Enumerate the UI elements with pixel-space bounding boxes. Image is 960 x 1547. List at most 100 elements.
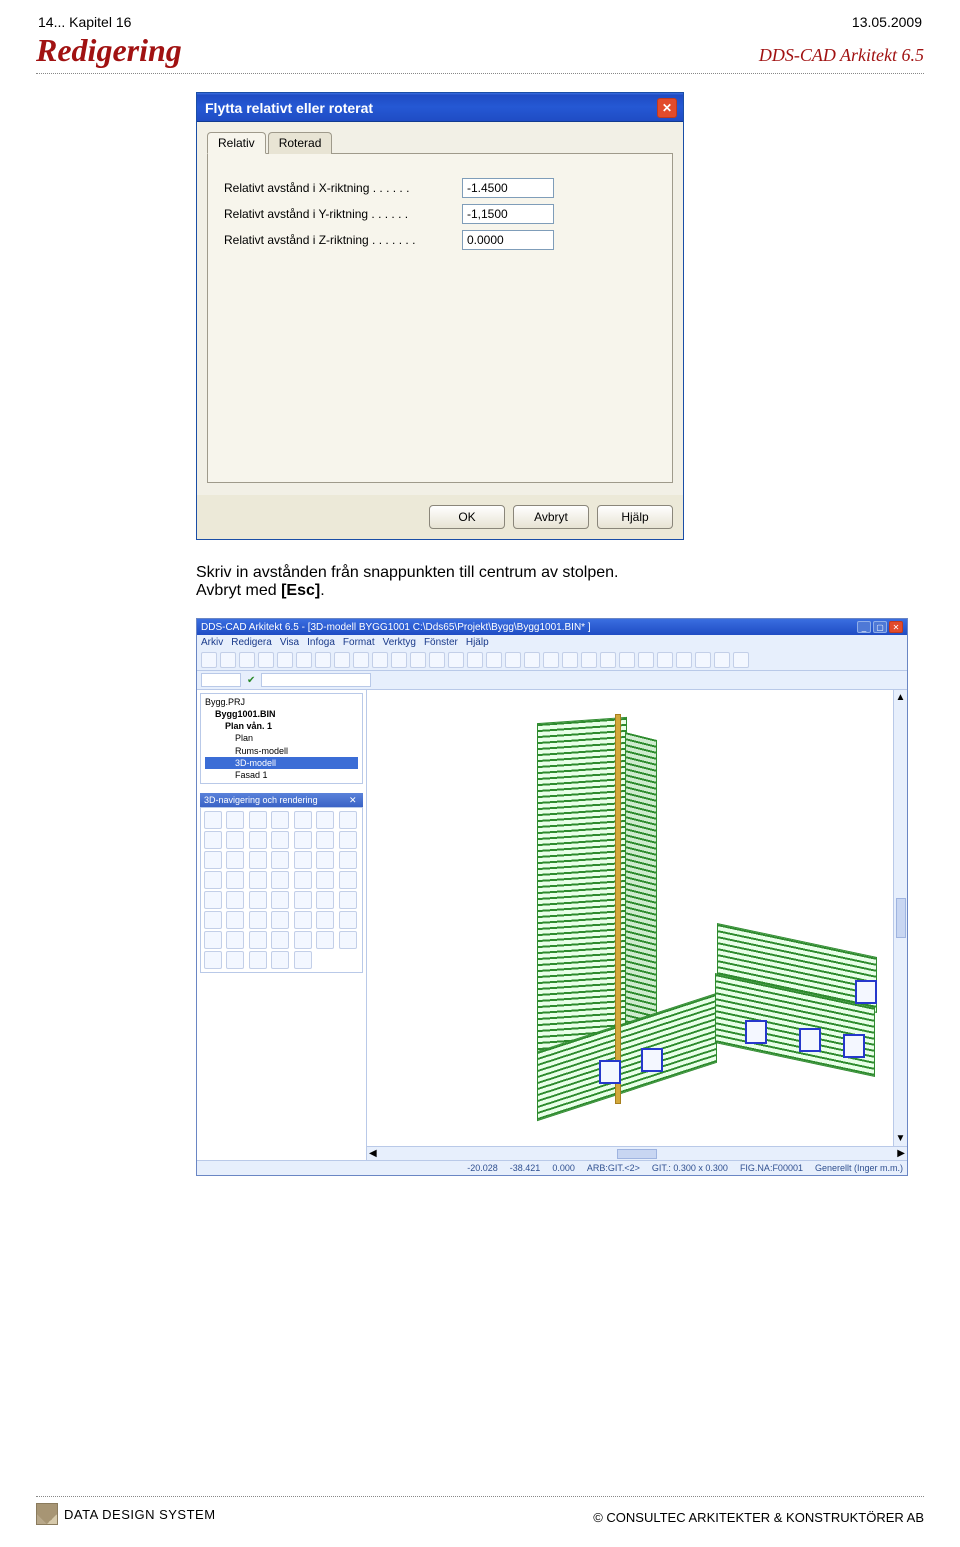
toolbar-icon[interactable] (220, 652, 236, 668)
palette-icon[interactable] (316, 931, 334, 949)
check-icon[interactable]: ✔ (247, 675, 255, 686)
palette-icon[interactable] (226, 811, 244, 829)
palette-icon[interactable] (249, 871, 267, 889)
input-y-distance[interactable] (462, 204, 554, 224)
menu-infoga[interactable]: Infoga (307, 637, 335, 648)
palette-icon[interactable] (339, 831, 357, 849)
toolbar-icon[interactable] (315, 652, 331, 668)
palette-icon[interactable] (339, 851, 357, 869)
tree-file[interactable]: Bygg1001.BIN (205, 708, 358, 720)
palette-icon[interactable] (226, 851, 244, 869)
palette-icon[interactable] (294, 871, 312, 889)
palette-icon[interactable] (339, 891, 357, 909)
palette-icon[interactable] (316, 891, 334, 909)
toolbar-icon[interactable] (543, 652, 559, 668)
project-tree[interactable]: Bygg.PRJ Bygg1001.BIN Plan vån. 1 Plan R… (200, 693, 363, 784)
tree-plan[interactable]: Plan (205, 732, 358, 744)
tree-root[interactable]: Bygg.PRJ (205, 696, 358, 708)
scroll-right-icon[interactable]: ▶ (897, 1148, 905, 1159)
menu-hjalp[interactable]: Hjälp (466, 637, 489, 648)
close-icon[interactable]: ✕ (657, 98, 677, 118)
tree-plan-group[interactable]: Plan vån. 1 (205, 720, 358, 732)
maximize-icon[interactable]: ▢ (873, 621, 887, 633)
toolbar-icon[interactable] (581, 652, 597, 668)
palette-icon[interactable] (204, 931, 222, 949)
tree-3dmodel[interactable]: 3D-modell (205, 757, 358, 769)
toolbar-icon[interactable] (619, 652, 635, 668)
palette-icon[interactable] (204, 911, 222, 929)
palette-icon[interactable] (294, 831, 312, 849)
tree-fasad[interactable]: Fasad 1 (205, 769, 358, 781)
tab-relativ[interactable]: Relativ (207, 132, 266, 154)
toolbar-icon[interactable] (562, 652, 578, 668)
palette-icon[interactable] (294, 891, 312, 909)
palette-icon[interactable] (204, 951, 222, 969)
scroll-thumb[interactable] (617, 1149, 657, 1159)
palette-icon[interactable] (316, 871, 334, 889)
toolbar-icon[interactable] (201, 652, 217, 668)
palette-close-icon[interactable]: ✕ (349, 795, 359, 805)
palette-icon[interactable] (226, 931, 244, 949)
toolbar-icon[interactable] (372, 652, 388, 668)
minimize-icon[interactable]: _ (857, 621, 871, 633)
palette-icon[interactable] (271, 891, 289, 909)
menu-redigera[interactable]: Redigera (231, 637, 272, 648)
toolbar-icon[interactable] (695, 652, 711, 668)
palette-icon[interactable] (226, 911, 244, 929)
toolbar-icon[interactable] (733, 652, 749, 668)
toolbar-icon[interactable] (505, 652, 521, 668)
toolbar-icon[interactable] (296, 652, 312, 668)
palette-icon[interactable] (294, 951, 312, 969)
toolbar-icon[interactable] (467, 652, 483, 668)
menu-visa[interactable]: Visa (280, 637, 299, 648)
cad-3d-viewport[interactable] (367, 690, 893, 1146)
ok-button[interactable]: OK (429, 505, 505, 529)
palette-icon[interactable] (271, 911, 289, 929)
viewport-scrollbar-v[interactable]: ▲ ▼ (893, 690, 907, 1146)
menu-verktyg[interactable]: Verktyg (383, 637, 416, 648)
palette-icon[interactable] (294, 931, 312, 949)
close-window-icon[interactable]: ✕ (889, 621, 903, 633)
toolbar-icon[interactable] (429, 652, 445, 668)
menu-format[interactable]: Format (343, 637, 375, 648)
menu-arkiv[interactable]: Arkiv (201, 637, 223, 648)
toolbar-icon[interactable] (657, 652, 673, 668)
toolbar-icon[interactable] (258, 652, 274, 668)
palette-icon[interactable] (271, 871, 289, 889)
palette-icon[interactable] (226, 891, 244, 909)
palette-icon[interactable] (226, 831, 244, 849)
palette-icon[interactable] (339, 871, 357, 889)
palette-icon[interactable] (249, 891, 267, 909)
palette-icon[interactable] (249, 931, 267, 949)
toolbar-icon[interactable] (239, 652, 255, 668)
palette-icon[interactable] (271, 851, 289, 869)
input-z-distance[interactable] (462, 230, 554, 250)
palette-icon[interactable] (294, 911, 312, 929)
palette-icon[interactable] (316, 911, 334, 929)
palette-icon[interactable] (339, 931, 357, 949)
toolbar-icon[interactable] (353, 652, 369, 668)
palette-icon[interactable] (249, 811, 267, 829)
input-x-distance[interactable] (462, 178, 554, 198)
scroll-thumb[interactable] (896, 898, 906, 938)
input-slot[interactable] (261, 673, 371, 687)
toolbar-icon[interactable] (334, 652, 350, 668)
tree-rums[interactable]: Rums-modell (205, 745, 358, 757)
palette-icon[interactable] (339, 911, 357, 929)
palette-icon[interactable] (271, 811, 289, 829)
scroll-up-icon[interactable]: ▲ (896, 692, 906, 703)
viewport-scrollbar-h[interactable]: ◀ ▶ (367, 1146, 907, 1160)
toolbar-icon[interactable] (638, 652, 654, 668)
toolbar-icon[interactable] (714, 652, 730, 668)
palette-icon[interactable] (249, 851, 267, 869)
palette-icon[interactable] (339, 811, 357, 829)
scroll-left-icon[interactable]: ◀ (369, 1148, 377, 1159)
toolbar-icon[interactable] (524, 652, 540, 668)
palette-icon[interactable] (204, 811, 222, 829)
palette-icon[interactable] (226, 871, 244, 889)
scroll-down-icon[interactable]: ▼ (896, 1133, 906, 1144)
palette-icon[interactable] (204, 871, 222, 889)
menu-fonster[interactable]: Fönster (424, 637, 458, 648)
help-button[interactable]: Hjälp (597, 505, 673, 529)
toolbar-icon[interactable] (676, 652, 692, 668)
